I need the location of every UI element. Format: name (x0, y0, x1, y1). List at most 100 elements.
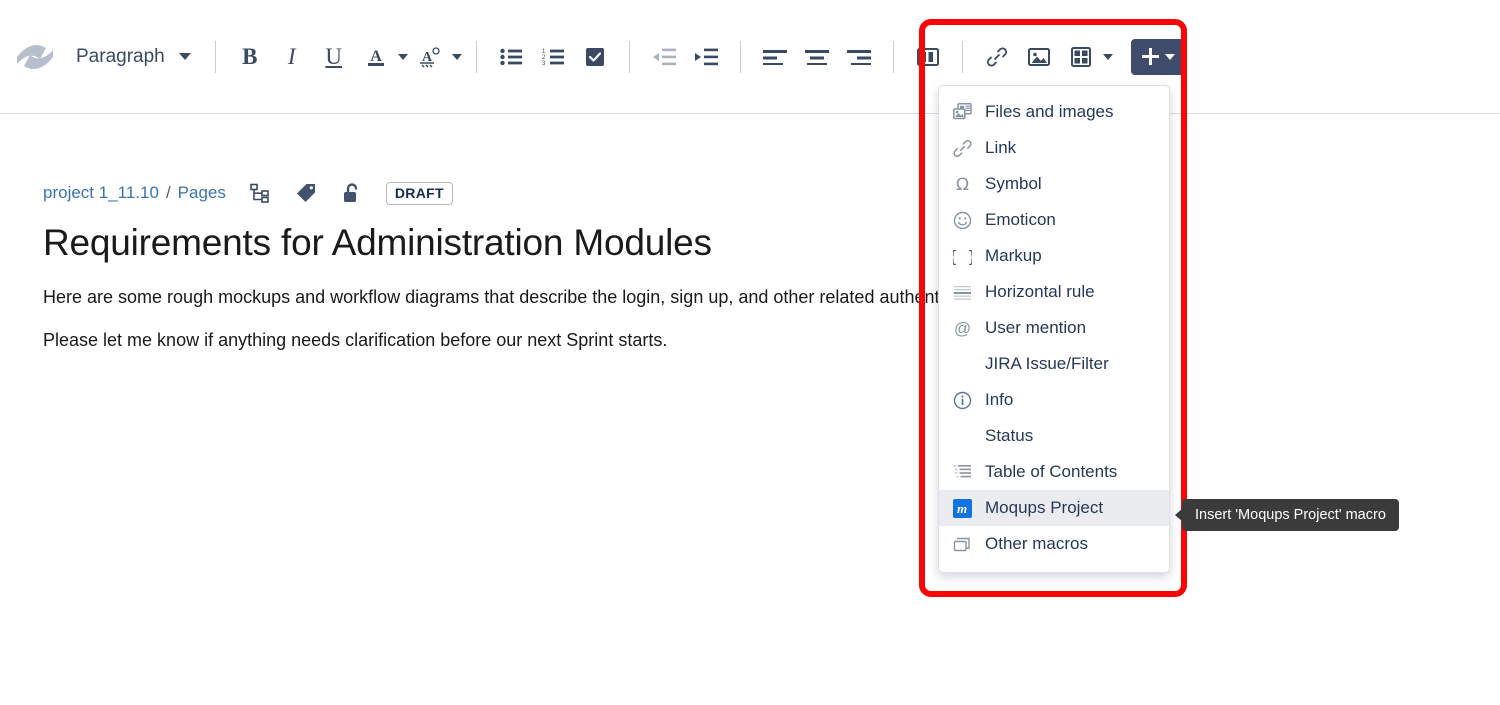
chevron-down-icon (179, 53, 191, 60)
menu-item-status[interactable]: Status (939, 418, 1169, 454)
more-formatting-button[interactable]: A (413, 40, 447, 74)
breadcrumb-separator: / (166, 183, 171, 203)
toolbar-divider (740, 41, 741, 73)
menu-item-label: User mention (985, 318, 1086, 338)
page-content: project 1_11.10 / Pages DRAFT Requ (43, 180, 1043, 353)
text-format-group: B I U A A (230, 40, 462, 74)
indentation-group (644, 40, 726, 74)
insert-group (977, 40, 1113, 74)
numbered-list-icon: 1 2 3 (542, 48, 564, 66)
menu-item-info[interactable]: Info (939, 382, 1169, 418)
underline-button[interactable]: U (317, 40, 351, 74)
menu-item-markup[interactable]: { } Markup (939, 238, 1169, 274)
alignment-group (755, 40, 879, 74)
image-icon (1028, 47, 1050, 67)
numbered-list-button[interactable]: 1 2 3 (536, 40, 570, 74)
columns-icon (917, 47, 939, 67)
menu-item-other-macros[interactable]: Other macros (939, 526, 1169, 562)
page-layout-button[interactable] (911, 40, 945, 74)
table-button[interactable] (1064, 40, 1098, 74)
curly-braces-icon: { } (951, 246, 973, 266)
breadcrumb-space-link[interactable]: project 1_11.10 (43, 183, 159, 203)
text-effects-icon: A (417, 45, 443, 69)
menu-item-label: Symbol (985, 174, 1042, 194)
menu-item-horizontal-rule[interactable]: Horizontal rule (939, 274, 1169, 310)
page-paragraph-1: Here are some rough mockups and workflow… (43, 286, 1043, 309)
layout-group (908, 40, 948, 74)
indent-icon (694, 48, 718, 66)
no-icon (951, 426, 973, 446)
outdent-button[interactable] (647, 40, 681, 74)
tooltip-text: Insert 'Moqups Project' macro (1195, 507, 1386, 523)
omega-icon: Ω (951, 174, 973, 194)
align-center-button[interactable] (800, 40, 834, 74)
insert-menu-button[interactable] (1131, 39, 1187, 75)
files-and-images-icon (951, 102, 973, 122)
page-hierarchy-icon[interactable] (248, 181, 272, 205)
bullet-list-icon (500, 48, 522, 66)
menu-item-label: Emoticon (985, 210, 1056, 230)
underline-icon: U (325, 45, 342, 68)
editor-toolbar: Paragraph B I U A A (0, 0, 1500, 114)
other-macros-icon (951, 534, 973, 554)
menu-item-label: JIRA Issue/Filter (985, 354, 1109, 374)
toolbar-divider (893, 41, 894, 73)
link-icon (951, 138, 973, 158)
table-of-contents-icon (951, 462, 973, 482)
toolbar-divider (629, 41, 630, 73)
svg-text:3: 3 (542, 61, 546, 66)
menu-item-label: Link (985, 138, 1016, 158)
indent-button[interactable] (689, 40, 723, 74)
labels-tag-icon[interactable] (294, 181, 318, 205)
restrictions-unlock-icon[interactable] (340, 181, 364, 205)
moqups-icon: m (951, 498, 973, 518)
menu-item-link[interactable]: Link (939, 130, 1169, 166)
insert-dropdown-menu: Files and images Link Ω Symbol (938, 85, 1170, 573)
outdent-icon (652, 48, 676, 66)
menu-item-files-and-images[interactable]: Files and images (939, 94, 1169, 130)
menu-item-jira-issue-filter[interactable]: JIRA Issue/Filter (939, 346, 1169, 382)
align-left-button[interactable] (758, 40, 792, 74)
menu-item-user-mention[interactable]: @ User mention (939, 310, 1169, 346)
menu-item-table-of-contents[interactable]: Table of Contents (939, 454, 1169, 490)
menu-item-moqups-project[interactable]: m Moqups Project (939, 490, 1169, 526)
text-color-icon: A (365, 45, 387, 69)
menu-item-label: Other macros (985, 534, 1088, 554)
task-list-button[interactable] (578, 40, 612, 74)
align-right-icon (847, 49, 871, 65)
more-formatting-chevron-down-icon[interactable] (452, 54, 462, 60)
align-right-button[interactable] (842, 40, 876, 74)
table-chevron-down-icon[interactable] (1103, 54, 1113, 60)
italic-button[interactable]: I (275, 40, 309, 74)
svg-text:A: A (370, 48, 382, 65)
bullet-list-button[interactable] (494, 40, 528, 74)
confluence-logo-icon (14, 36, 56, 78)
breadcrumb-page-link[interactable]: Pages (178, 183, 226, 203)
image-button[interactable] (1022, 40, 1056, 74)
svg-text:@: @ (953, 319, 970, 338)
toolbar-divider (476, 41, 477, 73)
bold-button[interactable]: B (233, 40, 267, 74)
plus-icon (1142, 48, 1159, 65)
breadcrumb: project 1_11.10 / Pages DRAFT (43, 180, 1043, 206)
table-icon (1071, 47, 1091, 67)
menu-item-symbol[interactable]: Ω Symbol (939, 166, 1169, 202)
svg-text:Ω: Ω (956, 175, 969, 194)
menu-item-label: Info (985, 390, 1013, 410)
smiley-icon (951, 210, 973, 230)
menu-item-label: Status (985, 426, 1033, 446)
page-paragraph-2: Please let me know if anything needs cla… (43, 329, 1043, 352)
menu-item-label: Table of Contents (985, 462, 1117, 482)
moqups-badge-letter: m (953, 499, 972, 518)
text-color-button[interactable]: A (359, 40, 393, 74)
link-button[interactable] (980, 40, 1014, 74)
menu-item-emoticon[interactable]: Emoticon (939, 202, 1169, 238)
text-color-chevron-down-icon[interactable] (398, 54, 408, 60)
paragraph-style-label: Paragraph (76, 46, 165, 68)
page-title: Requirements for Administration Modules (43, 222, 1043, 264)
bold-icon: B (242, 45, 257, 68)
align-center-icon (805, 49, 829, 65)
paragraph-style-select[interactable]: Paragraph (72, 40, 201, 74)
at-sign-icon: @ (951, 318, 973, 338)
menu-item-label: Files and images (985, 102, 1114, 122)
